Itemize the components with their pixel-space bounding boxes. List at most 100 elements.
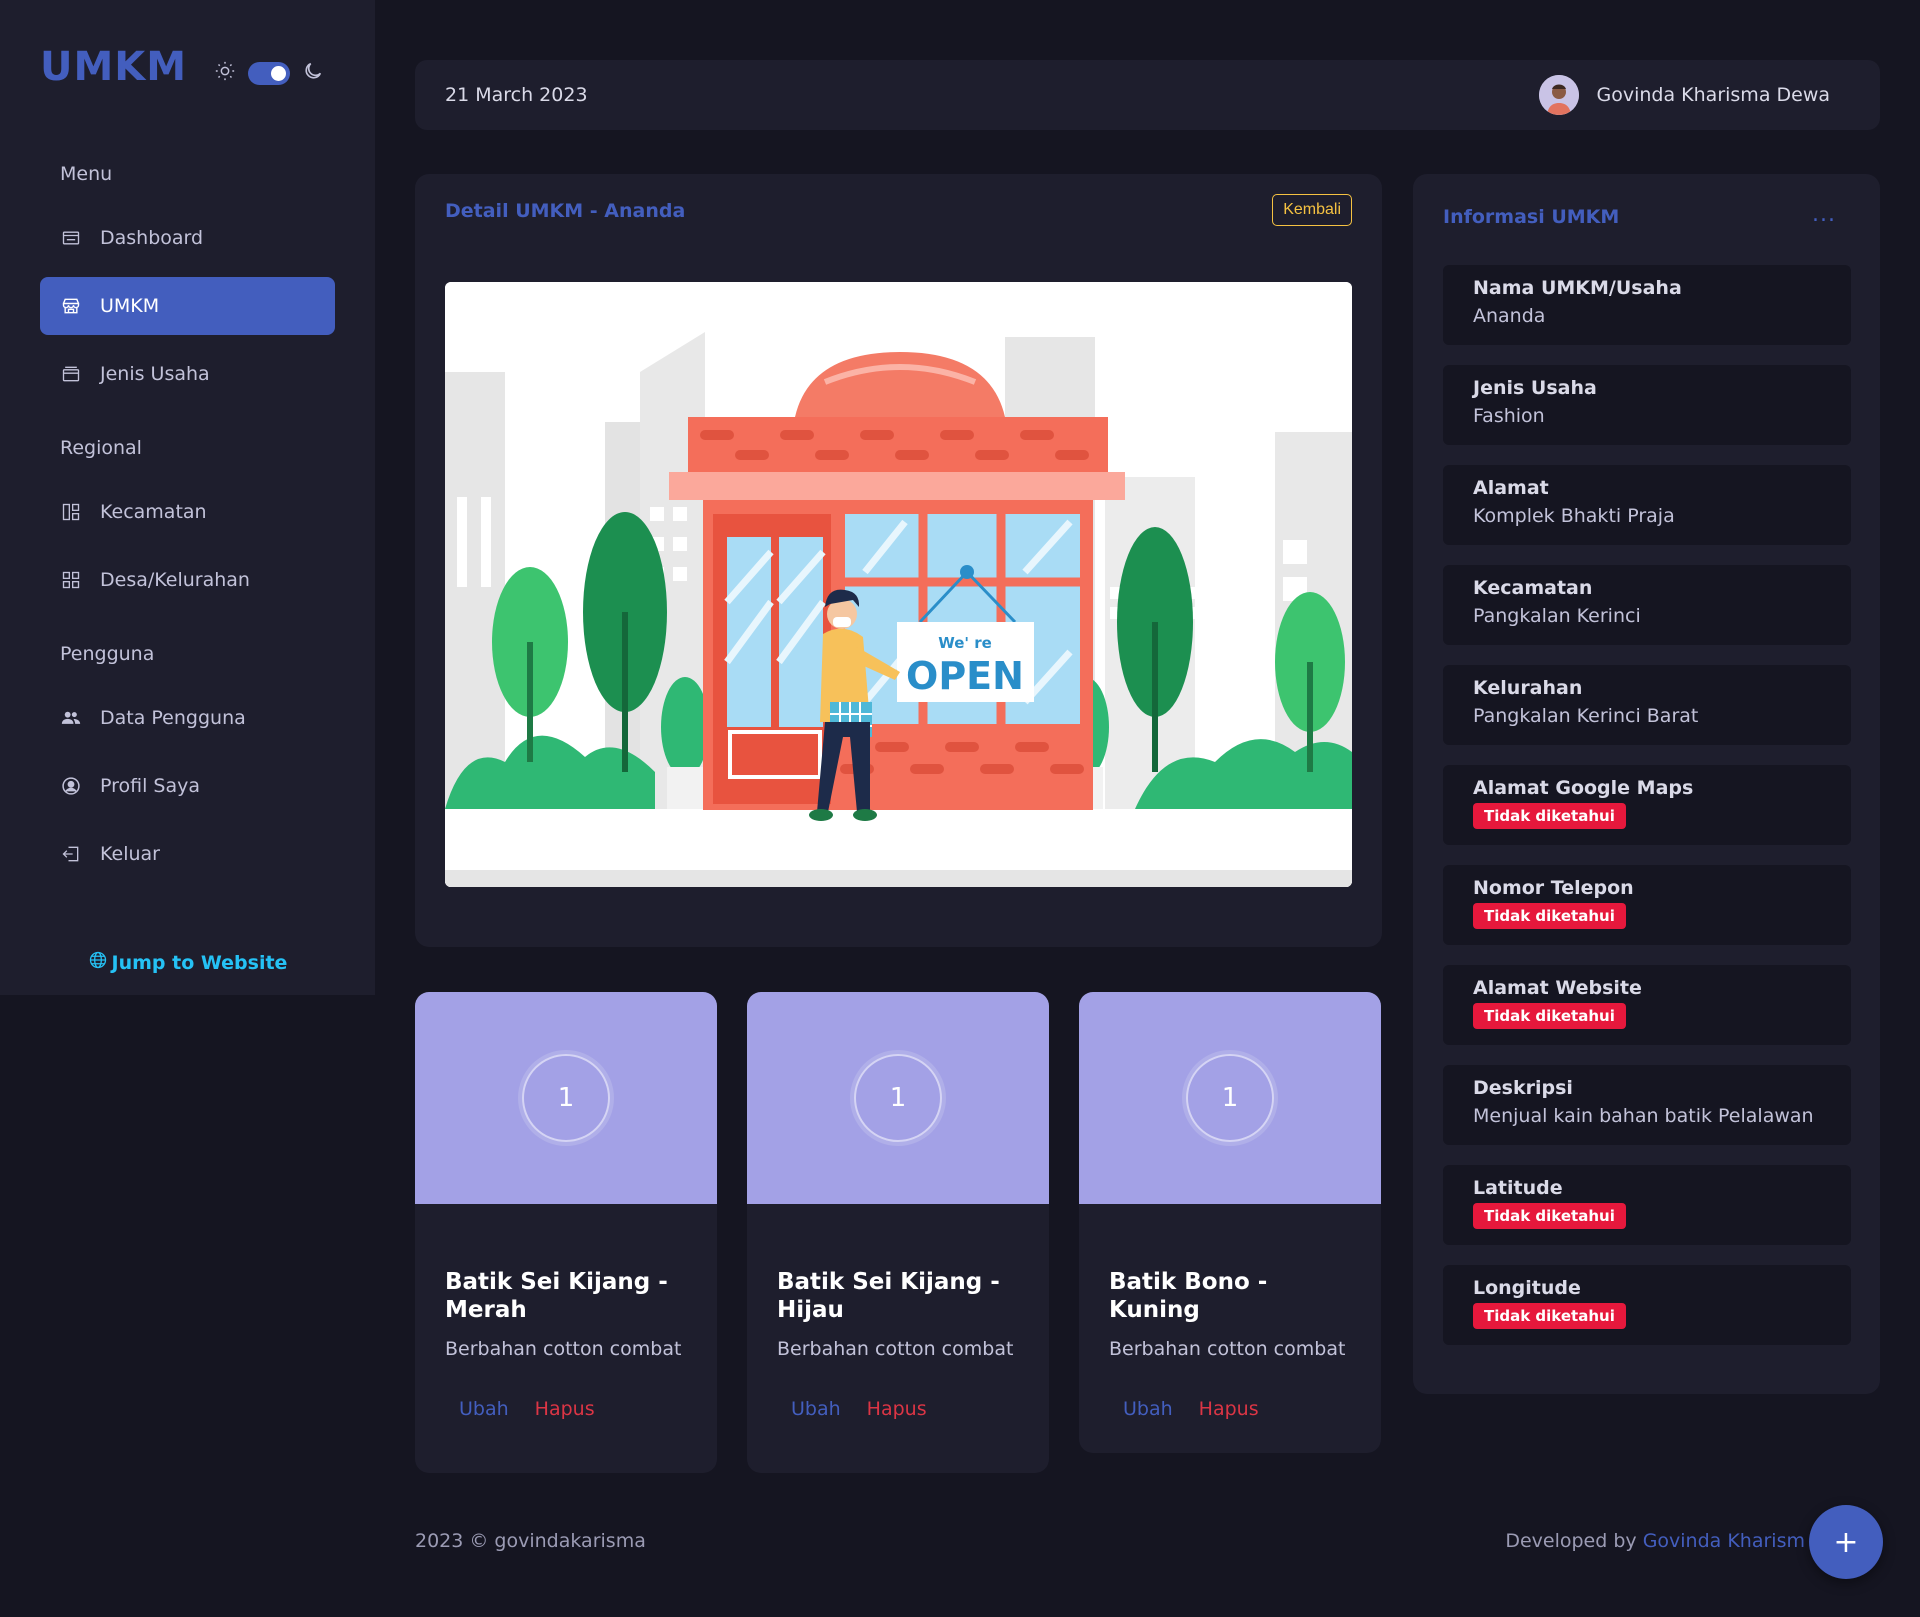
product-title: Batik Bono - Kuning xyxy=(1109,1269,1268,1323)
section-regional: Regional xyxy=(60,437,142,459)
info-item-deskripsi: Deskripsi Menjual kain bahan batik Pelal… xyxy=(1443,1065,1851,1145)
user-menu[interactable]: Govinda Kharisma Dewa xyxy=(1538,75,1830,115)
jump-to-website-label: Jump to Website xyxy=(111,951,288,974)
product-image-placeholder: 1 xyxy=(415,992,717,1204)
grid-icon xyxy=(60,501,82,523)
jump-to-website-link[interactable]: Jump to Website xyxy=(40,950,335,975)
info-label: Longitude xyxy=(1473,1277,1581,1299)
product-card: 1 Batik Sei Kijang - Merah Berbahan cott… xyxy=(415,992,717,1473)
info-title: Informasi UMKM xyxy=(1443,206,1620,228)
sidebar-item-keluar[interactable]: Keluar xyxy=(40,825,335,883)
sidebar-item-desa-kelurahan[interactable]: Desa/Kelurahan xyxy=(40,551,335,609)
info-label: Nama UMKM/Usaha xyxy=(1473,277,1682,299)
info-item-nama: Nama UMKM/Usaha Ananda xyxy=(1443,265,1851,345)
info-value: Pangkalan Kerinci xyxy=(1473,605,1641,627)
store-illustration: We' re OPEN xyxy=(445,282,1352,887)
sidebar-item-label: UMKM xyxy=(100,295,160,317)
more-options-icon[interactable]: ... xyxy=(1812,202,1836,227)
product-image-placeholder: 1 xyxy=(1079,992,1381,1204)
product-description: Berbahan cotton combat xyxy=(777,1338,1014,1360)
delete-button[interactable]: Hapus xyxy=(1199,1398,1259,1420)
moon-icon xyxy=(302,60,324,86)
sidebar-item-umkm[interactable]: UMKM xyxy=(40,277,335,335)
info-value: Komplek Bhakti Praja xyxy=(1473,505,1675,527)
sidebar-item-label: Data Pengguna xyxy=(100,707,246,729)
sidebar-item-dashboard[interactable]: Dashboard xyxy=(40,209,335,267)
sidebar-item-label: Keluar xyxy=(100,843,160,865)
footer-copyright: 2023 © govindakarisma xyxy=(415,1530,646,1552)
product-description: Berbahan cotton combat xyxy=(1109,1338,1346,1360)
users-icon xyxy=(60,707,82,729)
info-label: Latitude xyxy=(1473,1177,1563,1199)
product-card: 1 Batik Bono - Kuning Berbahan cotton co… xyxy=(1079,992,1381,1453)
sidebar-item-data-pengguna[interactable]: Data Pengguna xyxy=(40,689,335,747)
info-item-jenis-usaha: Jenis Usaha Fashion xyxy=(1443,365,1851,445)
developer-link[interactable]: Govinda Kharism xyxy=(1643,1530,1805,1552)
info-value: Fashion xyxy=(1473,405,1545,427)
sidebar-item-label: Jenis Usaha xyxy=(100,363,210,385)
section-pengguna: Pengguna xyxy=(60,643,155,665)
app-logo[interactable]: UMKM xyxy=(40,44,187,90)
delete-button[interactable]: Hapus xyxy=(867,1398,927,1420)
detail-umkm-card: Detail UMKM - Ananda Kembali We' re OPEN xyxy=(415,174,1382,947)
info-label: Alamat Google Maps xyxy=(1473,777,1694,799)
footer-developed-by: Developed by xyxy=(1505,1530,1637,1552)
add-button[interactable]: + xyxy=(1809,1505,1883,1579)
sign-small-text: We' re xyxy=(938,634,992,652)
info-label: Alamat Website xyxy=(1473,977,1642,999)
current-date: 21 March 2023 xyxy=(445,84,588,106)
product-title: Batik Sei Kijang - Merah xyxy=(445,1269,668,1323)
status-badge: Tidak diketahui xyxy=(1473,1003,1626,1029)
sidebar-item-kecamatan[interactable]: Kecamatan xyxy=(40,483,335,541)
top-header: 21 March 2023 Govinda Kharisma Dewa xyxy=(415,60,1880,130)
grid-alt-icon xyxy=(60,569,82,591)
edit-button[interactable]: Ubah xyxy=(459,1398,509,1420)
edit-button[interactable]: Ubah xyxy=(1123,1398,1173,1420)
edit-button[interactable]: Ubah xyxy=(791,1398,841,1420)
sidebar-item-label: Desa/Kelurahan xyxy=(100,569,250,591)
user-circle-icon xyxy=(60,775,82,797)
sidebar-item-label: Kecamatan xyxy=(100,501,207,523)
info-item-kelurahan: Kelurahan Pangkalan Kerinci Barat xyxy=(1443,665,1851,745)
delete-button[interactable]: Hapus xyxy=(535,1398,595,1420)
info-label: Deskripsi xyxy=(1473,1077,1573,1099)
sidebar-item-label: Dashboard xyxy=(100,227,204,249)
logout-icon xyxy=(60,843,82,865)
info-item-latitude: Latitude Tidak diketahui xyxy=(1443,1165,1851,1245)
product-image-placeholder: 1 xyxy=(747,992,1049,1204)
info-value: Pangkalan Kerinci Barat xyxy=(1473,705,1699,727)
image-placeholder-number: 1 xyxy=(1186,1054,1274,1142)
info-item-longitude: Longitude Tidak diketahui xyxy=(1443,1265,1851,1345)
product-card: 1 Batik Sei Kijang - Hijau Berbahan cott… xyxy=(747,992,1049,1473)
info-label: Alamat xyxy=(1473,477,1549,499)
sidebar-item-jenis-usaha[interactable]: Jenis Usaha xyxy=(40,345,335,403)
image-placeholder-number: 1 xyxy=(522,1054,610,1142)
dark-mode-switch[interactable] xyxy=(248,61,290,85)
status-badge: Tidak diketahui xyxy=(1473,803,1626,829)
briefcase-icon xyxy=(60,363,82,385)
sign-big-text: OPEN xyxy=(906,654,1024,698)
footer-credit: Developed by Govinda Kharism xyxy=(1505,1530,1805,1552)
info-item-nomor-telepon: Nomor Telepon Tidak diketahui xyxy=(1443,865,1851,945)
info-value: Menjual kain bahan batik Pelalawan xyxy=(1473,1105,1814,1127)
section-menu: Menu xyxy=(60,163,113,185)
product-description: Berbahan cotton combat xyxy=(445,1338,682,1360)
sidebar-item-profil-saya[interactable]: Profil Saya xyxy=(40,757,335,815)
product-title: Batik Sei Kijang - Hijau xyxy=(777,1269,1000,1323)
info-label: Kecamatan xyxy=(1473,577,1593,599)
info-value: Ananda xyxy=(1473,305,1546,327)
sidebar: UMKM Menu Dashboard UMKM Jenis Usaha Reg… xyxy=(0,0,375,995)
info-label: Kelurahan xyxy=(1473,677,1583,699)
status-badge: Tidak diketahui xyxy=(1473,1303,1626,1329)
status-badge: Tidak diketahui xyxy=(1473,903,1626,929)
theme-toggle[interactable] xyxy=(214,60,324,86)
back-button[interactable]: Kembali xyxy=(1272,194,1352,226)
informasi-umkm-card: Informasi UMKM ... Nama UMKM/Usaha Anand… xyxy=(1413,174,1880,1394)
sidebar-item-label: Profil Saya xyxy=(100,775,201,797)
info-item-alamat: Alamat Komplek Bhakti Praja xyxy=(1443,465,1851,545)
info-item-kecamatan: Kecamatan Pangkalan Kerinci xyxy=(1443,565,1851,645)
avatar[interactable] xyxy=(1538,75,1579,115)
sun-icon xyxy=(214,60,236,86)
info-label: Nomor Telepon xyxy=(1473,877,1634,899)
dashboard-icon xyxy=(60,227,82,249)
